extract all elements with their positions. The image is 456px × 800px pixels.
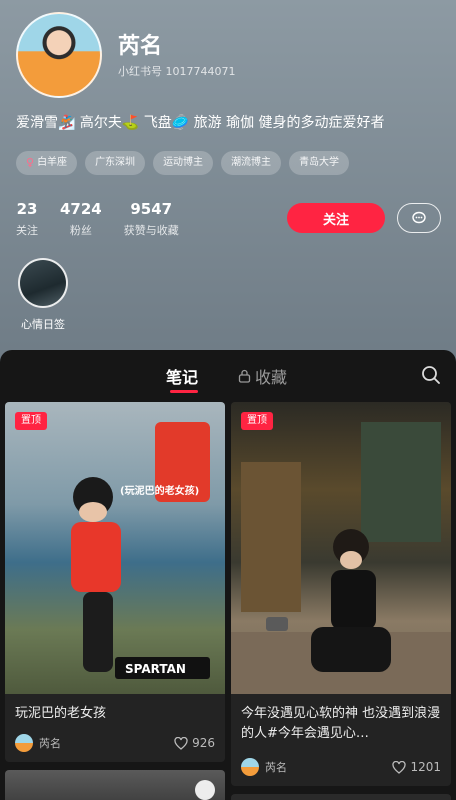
tag-label: 运动博主 (163, 157, 204, 168)
cover-illustration (231, 422, 451, 694)
video-play-icon (195, 780, 215, 800)
redbook-id: 小红书号 1017744071 (118, 65, 236, 78)
stat-label: 粉丝 (69, 224, 92, 237)
stat-label: 获赞与收藏 (123, 224, 179, 237)
tag-label: 白羊座 (37, 157, 68, 168)
heart-icon (392, 760, 407, 774)
tag-university[interactable]: 青岛大学 (289, 151, 350, 175)
female-icon: ♀ (26, 156, 35, 169)
heart-icon (174, 736, 188, 750)
author-avatar (241, 758, 259, 776)
cover-illustration: SPARTAN (玩泥巴的老女孩) (71, 422, 210, 679)
pinned-badge: 置顶 (15, 412, 47, 430)
note-meta: 芮名 1201 (241, 758, 441, 776)
note-cover-image (231, 794, 451, 800)
author-name: 芮名 (39, 737, 61, 750)
like-button[interactable]: 1201 (392, 760, 441, 774)
stat-followers[interactable]: 4724 粉丝 (60, 200, 102, 238)
cover-caption: (玩泥巴的老女孩) (120, 484, 199, 497)
profile-tags: ♀ 白羊座 广东深圳 运动博主 潮流博主 青岛大学 (16, 151, 350, 175)
note-cover-image: 置顶 (231, 402, 451, 694)
lock-icon (238, 369, 251, 383)
pinned-badge: 置顶 (241, 412, 273, 430)
tag-label: 广东深圳 (95, 157, 136, 168)
tab-favorites[interactable]: 收藏 (238, 364, 287, 388)
like-count: 926 (192, 736, 215, 750)
stat-following[interactable]: 23 关注 (16, 200, 38, 238)
cover-caption: SPARTAN (125, 662, 186, 676)
notes-feed: 笔记 收藏 SPARTAN (玩泥巴的老女孩) 置顶 玩泥巴的老女孩 芮名 92… (0, 350, 456, 800)
mood-diary[interactable]: 心情日签 (16, 258, 70, 332)
search-button[interactable] (420, 364, 442, 386)
note-meta: 芮名 926 (15, 734, 215, 752)
mood-diary-label: 心情日签 (21, 318, 65, 331)
feed-tabs: 笔记 收藏 (0, 350, 456, 398)
follow-button[interactable]: 关注 (287, 203, 385, 233)
mood-diary-thumbnail (18, 258, 68, 308)
tag-zodiac[interactable]: ♀ 白羊座 (16, 151, 78, 175)
stat-label: 关注 (16, 224, 38, 237)
note-title: 今年没遇见心软的神 也没遇到浪漫的人#今年会遇见心… (241, 706, 441, 741)
active-tab-indicator (170, 390, 198, 393)
note-card[interactable] (231, 794, 451, 800)
message-button[interactable] (397, 203, 441, 233)
author-avatar (15, 734, 33, 752)
stat-value: 23 (16, 200, 38, 218)
note-cover-image: SPARTAN (玩泥巴的老女孩) 置顶 (5, 402, 225, 694)
tag-location[interactable]: 广东深圳 (85, 151, 146, 175)
profile-bio: 爱滑雪🏂 高尔夫⛳ 飞盘🥏 旅游 瑜伽 健身的多动症爱好者 (16, 115, 385, 131)
avatar[interactable] (16, 12, 102, 98)
tag-sports-blogger[interactable]: 运动博主 (153, 151, 214, 175)
note-title: 玩泥巴的老女孩 (15, 706, 107, 721)
note-card[interactable]: SPARTAN (玩泥巴的老女孩) 置顶 玩泥巴的老女孩 芮名 926 (5, 402, 225, 762)
like-count: 1201 (410, 760, 441, 774)
note-card[interactable] (5, 770, 225, 800)
tab-favorites-label: 收藏 (255, 368, 288, 387)
note-cover-image (5, 770, 225, 800)
profile-header: 芮名 小红书号 1017744071 爱滑雪🏂 高尔夫⛳ 飞盘🥏 旅游 瑜伽 健… (0, 0, 456, 360)
chat-bubble-icon (412, 211, 426, 224)
tag-label: 青岛大学 (299, 157, 340, 168)
tab-notes[interactable]: 笔记 (166, 364, 198, 388)
note-card[interactable]: 置顶 今年没遇见心软的神 也没遇到浪漫的人#今年会遇见心… 芮名 1201 (231, 402, 451, 786)
stat-likes-collections[interactable]: 9547 获赞与收藏 (124, 200, 179, 238)
like-button[interactable]: 926 (174, 736, 215, 750)
profile-name: 芮名 (118, 34, 163, 59)
stat-value: 4724 (60, 200, 102, 218)
tag-label: 潮流博主 (231, 157, 272, 168)
author-name: 芮名 (265, 761, 287, 774)
tag-fashion-blogger[interactable]: 潮流博主 (221, 151, 282, 175)
search-icon (422, 366, 440, 384)
stat-value: 9547 (130, 200, 173, 218)
profile-stats: 23 关注 4724 粉丝 9547 获赞与收藏 (16, 200, 179, 238)
